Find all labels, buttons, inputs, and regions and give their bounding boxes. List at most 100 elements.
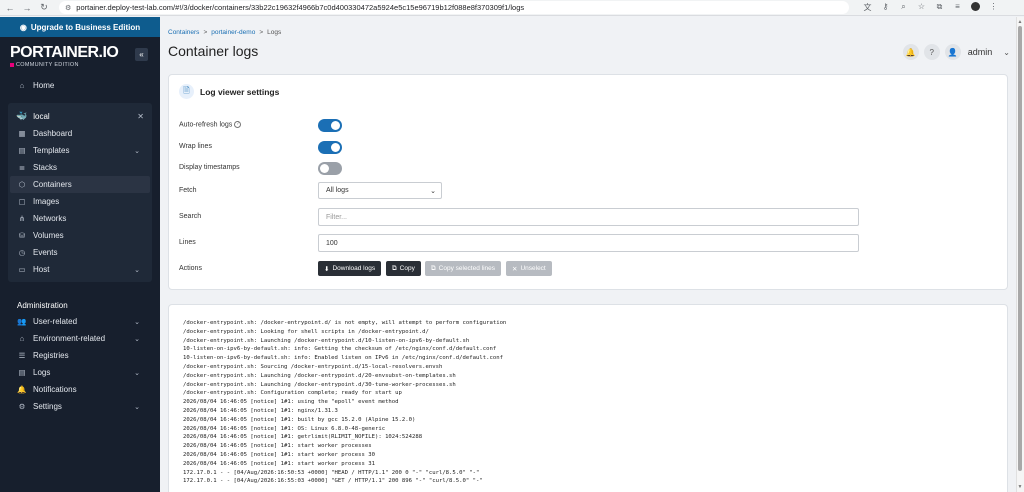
log-line[interactable]: /docker-entrypoint.sh: Looking for shell…: [183, 328, 506, 337]
chevron-down-icon[interactable]: ⌄: [134, 318, 140, 326]
sidebar-item-label: Registries: [33, 351, 69, 360]
collapse-sidebar-button[interactable]: «: [135, 48, 148, 61]
log-viewer-settings-card: 🗎 Log viewer settings Auto-refresh logs?…: [168, 74, 1008, 290]
log-line[interactable]: /docker-entrypoint.sh: Launching /docker…: [183, 381, 506, 390]
fetch-select[interactable]: All logs ⌄: [318, 182, 442, 199]
log-line[interactable]: /docker-entrypoint.sh: /docker-entrypoin…: [183, 319, 506, 328]
scroll-down-icon[interactable]: ▼: [1017, 484, 1023, 490]
log-line[interactable]: 2026/08/04 16:46:05 [notice] 1#1: start …: [183, 460, 506, 469]
log-line[interactable]: 2026/08/04 16:46:05 [notice] 1#1: start …: [183, 451, 506, 460]
sidebar-item-label: Containers: [33, 180, 72, 189]
sidebar-item-stacks[interactable]: ≣ Stacks: [8, 159, 152, 176]
sidebar-item-environment-related[interactable]: ⌂ Environment-related ⌄: [0, 330, 160, 347]
user-avatar[interactable]: 👤: [944, 44, 961, 60]
log-line[interactable]: /docker-entrypoint.sh: Sourcing /docker-…: [183, 363, 506, 372]
events-icon: ◷: [18, 248, 26, 257]
translate-icon[interactable]: 文: [863, 2, 872, 13]
sidebar-item-logs[interactable]: ▤ Logs ⌄: [0, 364, 160, 381]
breadcrumb-container[interactable]: portainer-demo: [211, 29, 255, 36]
password-icon[interactable]: ⚷: [881, 2, 890, 13]
media-controls-icon[interactable]: ≡: [953, 2, 962, 13]
sidebar-item-label: User-related: [33, 317, 78, 326]
user-name[interactable]: admin: [968, 47, 993, 57]
sidebar-item-settings[interactable]: ⚙ Settings ⌄: [0, 398, 160, 415]
log-line[interactable]: /docker-entrypoint.sh: Configuration com…: [183, 389, 506, 398]
auto-refresh-toggle[interactable]: [318, 119, 342, 132]
close-environment-icon[interactable]: ✕: [137, 112, 144, 121]
sidebar-item-host[interactable]: ▭ Host ⌄: [8, 261, 152, 278]
templates-icon: ▤: [18, 146, 26, 155]
log-line[interactable]: /docker-entrypoint.sh: Launching /docker…: [183, 337, 506, 346]
chevron-down-icon[interactable]: ⌄: [134, 369, 140, 377]
chevron-down-icon[interactable]: ⌄: [134, 403, 140, 411]
log-line[interactable]: 10-listen-on-ipv6-by-default.sh: info: E…: [183, 354, 506, 363]
sidebar-item-templates[interactable]: ▤ Templates ⌄: [8, 142, 152, 159]
log-line[interactable]: 172.17.0.1 - - [04/Aug/2026:16:50:53 +00…: [183, 469, 506, 478]
lines-input[interactable]: 100: [318, 234, 859, 252]
chevron-down-icon[interactable]: ⌄: [1003, 48, 1010, 57]
zoom-icon[interactable]: ⌕: [899, 2, 908, 13]
sidebar-item-user-related[interactable]: 👥 User-related ⌄: [0, 313, 160, 330]
log-line[interactable]: 2026/08/04 16:46:05 [notice] 1#1: OS: Li…: [183, 425, 506, 434]
browser-menu-icon[interactable]: ⋮: [989, 2, 998, 13]
log-line[interactable]: 172.17.0.1 - - [04/Aug/2026:16:55:03 +00…: [183, 477, 506, 486]
sidebar-item-label: Notifications: [33, 385, 77, 394]
sidebar-item-networks[interactable]: ⋔ Networks: [8, 210, 152, 227]
log-line[interactable]: 10-listen-on-ipv6-by-default.sh: info: G…: [183, 345, 506, 354]
help-button[interactable]: ?: [923, 44, 940, 60]
log-line[interactable]: 2026/08/04 16:46:05 [notice] 1#1: start …: [183, 442, 506, 451]
search-input[interactable]: Filter...: [318, 208, 859, 226]
breadcrumb-containers[interactable]: Containers: [168, 29, 199, 36]
forward-icon[interactable]: →: [20, 1, 34, 15]
back-icon[interactable]: ←: [3, 1, 17, 15]
bell-icon: 🔔: [17, 385, 27, 394]
notifications-button[interactable]: 🔔: [902, 44, 919, 60]
wrap-lines-label: Wrap lines: [179, 143, 212, 150]
portainer-logo[interactable]: PORTAINER.IO COMMUNITY EDITION «: [0, 37, 160, 75]
bell-icon: 🔔: [905, 47, 916, 57]
sidebar-item-dashboard[interactable]: ▦ Dashboard: [8, 125, 152, 142]
scroll-up-icon[interactable]: ▲: [1017, 19, 1023, 25]
sidebar-item-registries[interactable]: ☰ Registries: [0, 347, 160, 364]
sidebar-item-label: Events: [33, 248, 58, 257]
address-bar[interactable]: ⚙ portainer.deploy-test-lab.com/#!/3/doc…: [59, 1, 849, 14]
reload-icon[interactable]: ↻: [37, 1, 51, 15]
actions-label: Actions: [179, 265, 202, 272]
sidebar-item-containers[interactable]: ⬡ Containers: [10, 176, 150, 193]
sidebar-item-volumes[interactable]: ⛁ Volumes: [8, 227, 152, 244]
sidebar-item-label: Stacks: [33, 163, 58, 172]
volumes-icon: ⛁: [18, 231, 26, 240]
sidebar-item-notifications[interactable]: 🔔 Notifications: [0, 381, 160, 398]
help-circle-icon[interactable]: ?: [234, 121, 242, 128]
sidebar-item-events[interactable]: ◷ Events: [8, 244, 152, 261]
logs-card: /docker-entrypoint.sh: /docker-entrypoin…: [168, 304, 1008, 492]
scrollbar-thumb[interactable]: [1018, 26, 1022, 471]
copy-selected-lines-button[interactable]: ⧉ Copy selected lines: [425, 261, 502, 276]
upgrade-button[interactable]: ◉ Upgrade to Business Edition: [0, 17, 160, 37]
log-line[interactable]: 2026/08/04 16:46:05 [notice] 1#1: using …: [183, 398, 506, 407]
profile-avatar-icon[interactable]: [971, 2, 980, 11]
auto-refresh-label: Auto-refresh logs?: [179, 121, 242, 128]
bookmark-star-icon[interactable]: ☆: [917, 2, 926, 13]
copy-button[interactable]: ⧉ Copy: [386, 261, 421, 276]
wrap-lines-toggle[interactable]: [318, 141, 342, 154]
chevron-down-icon[interactable]: ⌄: [134, 266, 140, 274]
sidebar: ◉ Upgrade to Business Edition PORTAINER.…: [0, 17, 160, 492]
site-info-icon[interactable]: ⚙: [65, 4, 71, 12]
sidebar-item-label: Images: [33, 197, 60, 206]
unselect-button[interactable]: ✕ Unselect: [506, 261, 552, 276]
sidebar-item-images[interactable]: ▢ Images: [8, 193, 152, 210]
log-line[interactable]: 2026/08/04 16:46:05 [notice] 1#1: getrli…: [183, 433, 506, 442]
chevron-down-icon[interactable]: ⌄: [134, 147, 140, 155]
log-output[interactable]: /docker-entrypoint.sh: /docker-entrypoin…: [183, 319, 506, 486]
environment-header[interactable]: 🐳 local ✕: [8, 107, 152, 125]
sidebar-item-home[interactable]: ⌂ Home: [0, 77, 160, 94]
log-line[interactable]: 2026/08/04 16:46:05 [notice] 1#1: built …: [183, 416, 506, 425]
networks-icon: ⋔: [18, 214, 26, 223]
log-line[interactable]: /docker-entrypoint.sh: Launching /docker…: [183, 372, 506, 381]
timestamps-toggle[interactable]: [318, 162, 342, 175]
extensions-icon[interactable]: ⧉: [935, 2, 944, 13]
download-logs-button[interactable]: ⬇ Download logs: [318, 261, 382, 276]
chevron-down-icon[interactable]: ⌄: [134, 335, 140, 343]
log-line[interactable]: 2026/08/04 16:46:05 [notice] 1#1: nginx/…: [183, 407, 506, 416]
